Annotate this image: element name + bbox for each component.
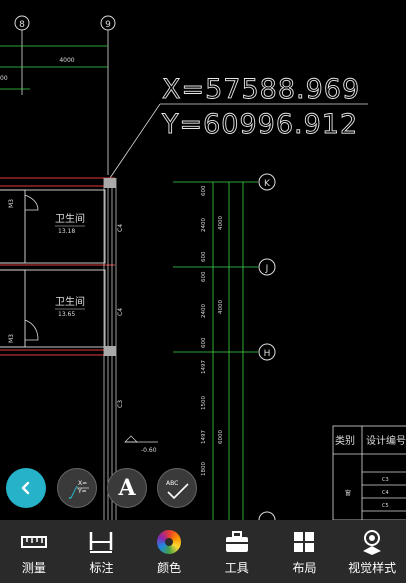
toolbar-measure[interactable]: 测量: [3, 520, 65, 583]
dimension-fragment: 00: [0, 75, 8, 82]
vertical-dimension: 2400: [201, 304, 207, 318]
text-icon: A: [118, 475, 136, 501]
room-name: 卫生间: [55, 212, 85, 225]
door-tag: M3: [8, 334, 15, 343]
coordinate-leader: [109, 103, 161, 179]
visual-style-icon: [358, 528, 386, 556]
svg-text:K: K: [264, 179, 271, 189]
room-area: 13.65: [58, 311, 75, 318]
toolbar-layout[interactable]: 布局: [273, 520, 335, 583]
window-tag: C4: [117, 308, 124, 316]
toolbar-label: 测量: [21, 561, 46, 575]
vertical-dimension: 4000: [218, 300, 224, 314]
wall-lines: [0, 177, 115, 356]
vertical-dimension: 1800: [201, 462, 207, 476]
toolbar-color[interactable]: 颜色: [138, 520, 200, 583]
vertical-dimension: 1497: [201, 430, 207, 444]
vertical-dimension: 1497: [201, 360, 207, 374]
toolbar-tools[interactable]: 工具: [206, 520, 268, 583]
coordinate-button[interactable]: X= Y=: [57, 468, 97, 508]
room-name: 卫生间: [55, 295, 85, 308]
vertical-dimension: 600: [201, 251, 207, 262]
window-tag: C4: [117, 224, 124, 232]
dimension-4000: 4000: [59, 57, 74, 64]
svg-text:Y=: Y=: [77, 488, 87, 495]
door-tag: M3: [8, 199, 15, 208]
back-icon: [21, 481, 30, 495]
toolbox-icon: [223, 528, 251, 556]
column: [104, 346, 116, 356]
dimension-icon: [87, 528, 115, 556]
grid-bubble-k: K: [258, 173, 276, 191]
vertical-dimension: 6000: [218, 430, 224, 444]
toolbar-label: 视觉样式: [348, 561, 397, 575]
ruler-icon: [20, 528, 48, 556]
layout-icon: [290, 528, 318, 556]
room-walls: [0, 189, 106, 348]
toolbar-label: 布局: [292, 561, 317, 575]
text-tool-button[interactable]: A: [107, 468, 147, 508]
vertical-dimension: 1500: [201, 396, 207, 410]
table-cell: C4: [382, 490, 389, 496]
toolbar-dimension[interactable]: 标注: [70, 520, 132, 583]
vertical-dimension: 600: [201, 337, 207, 348]
column: [104, 178, 116, 188]
vertical-dimension: 600: [201, 185, 207, 196]
coordinate-icon: X= Y=: [69, 480, 89, 499]
window-tag: C3: [117, 400, 124, 408]
vertical-dimension: 2400: [201, 218, 207, 232]
color-wheel-icon: [155, 528, 183, 556]
table-cell: C3: [382, 477, 389, 483]
bottom-toolbar: 测量 标注 颜色 工具 布局 视觉样式: [0, 520, 406, 583]
grid-bubble-h: H: [258, 343, 276, 361]
grid-bubble-8: 8: [14, 15, 30, 31]
room-area: 13.18: [58, 228, 75, 235]
grid-bubble-9: 9: [100, 15, 116, 31]
check-icon: ABC: [166, 480, 189, 500]
svg-text:X=: X=: [78, 480, 87, 487]
svg-text:ABC: ABC: [166, 480, 178, 487]
cad-drawing-canvas[interactable]: 8 9 4000 00 X=57588.969 Y=60996.912 M3 M…: [0, 0, 406, 520]
vertical-dimension: 600: [201, 271, 207, 282]
toolbar-visual-style[interactable]: 视觉样式: [341, 520, 403, 583]
toolbar-label: 颜色: [157, 561, 182, 575]
level-mark-symbol: [124, 435, 138, 443]
toolbar-label: 工具: [224, 561, 249, 575]
vertical-dimension: 4000: [218, 216, 224, 230]
table-header-code: 设计编号: [366, 434, 406, 447]
grid-bubble-j: J: [258, 258, 276, 276]
table-cell: C5: [382, 503, 389, 509]
coordinate-x-readout: X=57588.969: [162, 74, 360, 105]
coordinate-y-readout: Y=60996.912: [161, 109, 358, 140]
table-header-category: 类别: [335, 434, 355, 447]
svg-text:9: 9: [105, 20, 111, 30]
svg-text:H: H: [264, 349, 271, 359]
svg-text:8: 8: [19, 20, 25, 30]
back-button[interactable]: [6, 468, 46, 508]
spell-check-button[interactable]: ABC: [157, 468, 197, 508]
toolbar-label: 标注: [89, 561, 114, 575]
level-mark: -0.60: [141, 447, 157, 454]
table-row-category: 窗: [345, 489, 351, 497]
svg-text:J: J: [265, 264, 269, 274]
